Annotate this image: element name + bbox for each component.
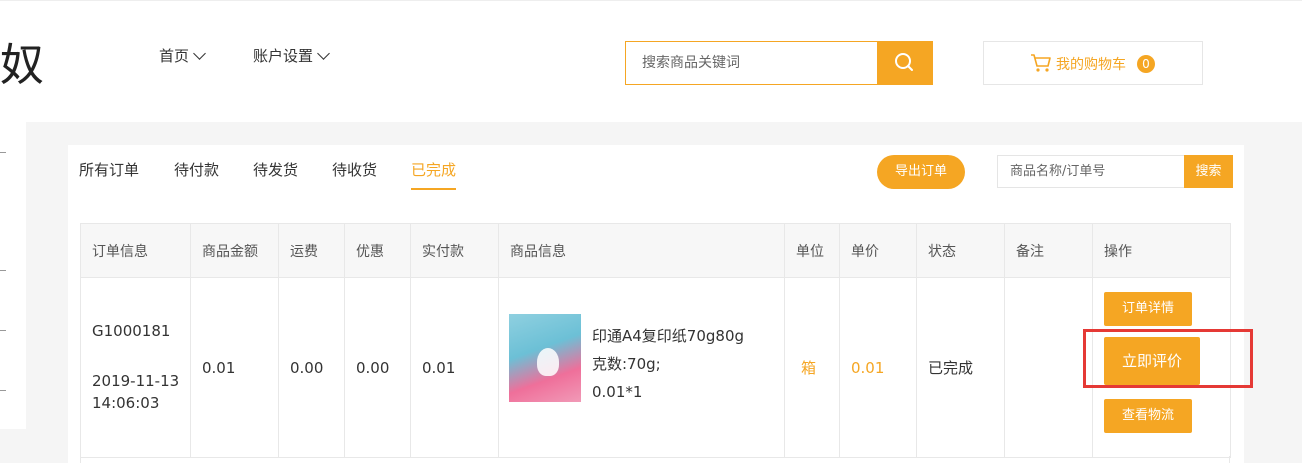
order-detail-button[interactable]: 订单详情 (1104, 292, 1192, 326)
nav-account-settings[interactable]: 账户设置 (253, 45, 330, 66)
order-datetime: 2019-11-13 14:06:03 (92, 370, 190, 414)
cart-button[interactable]: 我的购物车 0 (983, 41, 1203, 85)
sidebar-marker (0, 330, 6, 331)
product-spec: 克数:70g; (592, 355, 661, 373)
table-row: G1000181 2019-11-13 14:06:03 0.01 0.00 0… (80, 277, 1231, 458)
search-input[interactable] (626, 42, 878, 84)
sidebar-marker (0, 390, 6, 391)
cart-label: 我的购物车 (1056, 57, 1126, 73)
product-quantity: 0.01*1 (592, 383, 643, 401)
search-button[interactable] (877, 42, 932, 84)
order-status: 已完成 (916, 277, 1005, 458)
freight: 0.00 (278, 277, 345, 458)
product-name[interactable]: 印通A4复印纸70g80g (592, 322, 744, 350)
product-details: 印通A4复印纸70g80g 克数:70g; 0.01*1 (592, 322, 744, 406)
order-date: 2019-11-13 (92, 371, 180, 390)
column-header: 实付款 (410, 223, 499, 278)
column-header: 优惠 (344, 223, 411, 278)
chevron-down-icon (317, 47, 330, 60)
order-info-cell: G1000181 2019-11-13 14:06:03 (80, 277, 191, 458)
left-sidebar (0, 122, 26, 429)
top-header: 奴 首页 账户设置 我的购物车 0 (0, 0, 1302, 123)
view-logistics-button[interactable]: 查看物流 (1104, 399, 1192, 433)
column-header: 运费 (278, 223, 345, 278)
product-thumbnail[interactable] (509, 314, 581, 402)
tab-all-orders[interactable]: 所有订单 (79, 159, 139, 180)
search-icon (895, 53, 913, 71)
goods-amount: 0.01 (190, 277, 279, 458)
cart-count-badge: 0 (1137, 55, 1155, 73)
column-header: 单价 (839, 223, 917, 278)
highlight-box (1083, 329, 1253, 388)
chevron-down-icon (193, 47, 206, 60)
sidebar-marker (0, 152, 6, 153)
discount: 0.00 (344, 277, 411, 458)
order-number: G1000181 (92, 321, 171, 340)
tab-completed[interactable]: 已完成 (411, 159, 457, 190)
export-orders-button[interactable]: 导出订单 (877, 155, 965, 189)
tab-pending-payment[interactable]: 待付款 (174, 159, 219, 180)
order-time: 14:06:03 (92, 393, 160, 412)
tab-pending-receipt[interactable]: 待收货 (332, 159, 377, 180)
column-header: 备注 (1004, 223, 1093, 278)
column-header: 订单信息 (80, 223, 191, 278)
product-search-box (625, 41, 933, 85)
order-search: 搜索 (997, 155, 1233, 188)
column-header: 状态 (916, 223, 1005, 278)
tab-pending-shipment[interactable]: 待发货 (253, 159, 298, 180)
remark (1004, 277, 1093, 458)
site-logo[interactable]: 奴 (0, 41, 44, 91)
column-header: 操作 (1092, 223, 1231, 278)
product-info: 印通A4复印纸70g80g 克数:70g; 0.01*1 (499, 278, 784, 457)
product-info-cell: 印通A4复印纸70g80g 克数:70g; 0.01*1 (498, 277, 785, 458)
orders-panel: 所有订单 待付款 待发货 待收货 已完成 导出订单 搜索 订单信息 商品金额 运… (68, 145, 1244, 463)
sidebar-marker (0, 270, 6, 271)
unit-price: 0.01 (839, 277, 917, 458)
nav-account-label: 账户设置 (253, 47, 314, 65)
next-table-row (80, 456, 1230, 463)
order-search-input[interactable] (997, 155, 1185, 188)
nav-home-label: 首页 (159, 47, 190, 65)
cart-icon (1031, 54, 1051, 72)
column-header: 单位 (784, 223, 840, 278)
orders-table: 订单信息 商品金额 运费 优惠 实付款 商品信息 单位 单价 状态 备注 操作 … (80, 223, 1231, 458)
nav-home[interactable]: 首页 (159, 45, 206, 66)
column-header: 商品信息 (498, 223, 785, 278)
paid-amount: 0.01 (410, 277, 499, 458)
column-header: 商品金额 (190, 223, 279, 278)
table-header-row: 订单信息 商品金额 运费 优惠 实付款 商品信息 单位 单价 状态 备注 操作 (80, 223, 1231, 278)
unit: 箱 (784, 277, 840, 458)
order-search-button[interactable]: 搜索 (1184, 155, 1233, 188)
